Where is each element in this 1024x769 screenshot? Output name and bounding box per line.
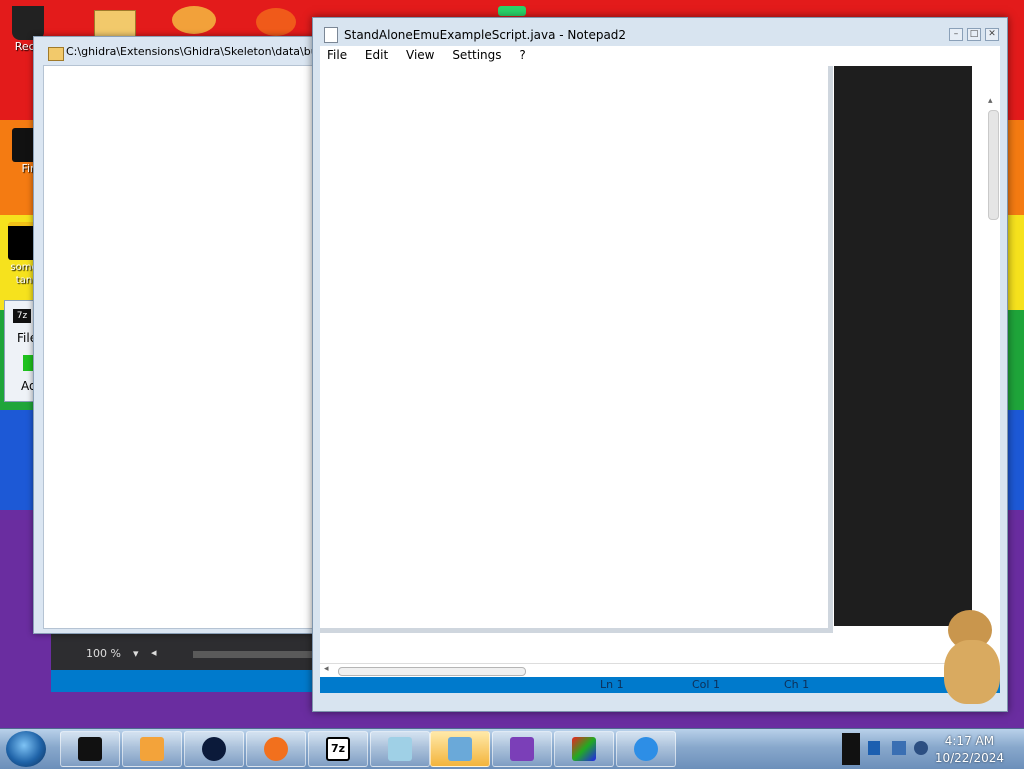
zoom-level[interactable]: 100 % [86,647,121,660]
minimize-button[interactable]: – [949,28,963,41]
taskbar-app-terminal[interactable] [60,731,120,767]
recycle-bin-icon [12,6,44,40]
menu-settings[interactable]: Settings [445,46,508,64]
close-button[interactable]: ✕ [985,28,999,41]
clock-date: 10/22/2024 [934,751,1004,765]
taskbar: 7z 4:17 AM 10/22/2024 [0,728,1024,769]
volume-icon[interactable] [914,741,928,755]
taskbar-app-notepad2[interactable] [370,731,430,767]
notepad2-titlebar[interactable]: StandAloneEmuExampleScript.java - Notepa… [313,18,1007,46]
firefox-icon [264,737,288,761]
app-icon [256,8,296,36]
7zip-icon: 7z [326,737,350,761]
visual-studio-icon [510,737,534,761]
vertical-scrollbar[interactable]: ▴ [986,96,1000,676]
start-button[interactable] [6,731,46,767]
horizontal-scrollbar[interactable]: ◂ [320,663,986,678]
taskbar-app-paint[interactable] [554,731,614,767]
clock[interactable]: 4:17 AM 10/22/2024 [935,733,1004,767]
menu-edit[interactable]: Edit [358,46,395,64]
taskbar-app-ie[interactable] [616,731,676,767]
image-viewer-icon [448,737,472,761]
scroll-left-icon[interactable]: ◂ [151,646,157,659]
show-hidden-icons-icon[interactable] [842,733,860,765]
notepad-client: ▴ ◂ Ln 1 Col 1 Ch 1 [320,66,1000,693]
status-line: Ln 1 [600,678,624,691]
notepad2-icon [388,737,412,761]
horizontal-scroll-thumb[interactable] [338,667,526,676]
status-bar: Ln 1 Col 1 Ch 1 [320,677,1000,693]
purple-logo [826,708,928,730]
notepad-icon [324,27,338,43]
taskbar-app-globe[interactable] [184,731,244,767]
menu-file[interactable]: File [320,46,354,64]
background-dark-pane [834,66,972,626]
scroll-up-icon[interactable]: ▴ [988,96,993,106]
taskbar-app-firefox[interactable] [246,731,306,767]
explorer-content [43,65,327,629]
zoom-dropdown-arrow-icon[interactable]: ▾ [133,647,139,660]
app-icon [172,6,216,34]
taskbar-app-media[interactable] [122,731,182,767]
menu-bar: File Edit View Settings ? [320,46,1000,66]
media-player-icon [140,737,164,761]
action-center-icon[interactable] [892,741,906,755]
window-title: StandAloneEmuExampleScript.java - Notepa… [344,28,627,42]
hamster-gadget[interactable] [940,610,1004,706]
vertical-scroll-thumb[interactable] [988,110,999,220]
internet-explorer-icon [634,737,658,761]
status-char: Ch 1 [784,678,810,691]
clock-time: 4:17 AM [944,734,995,748]
taskbar-app-visual-studio[interactable] [492,731,552,767]
menu-help[interactable]: ? [512,46,532,64]
taskbar-app-7zip[interactable]: 7z [308,731,368,767]
terminal-icon [78,737,102,761]
system-tray: 4:17 AM 10/22/2024 [842,729,1024,769]
network-icon[interactable] [868,741,880,755]
taskbar-app-explorer[interactable] [430,731,490,767]
green-indicator-icon [498,6,526,16]
hamster-body-icon [944,640,1000,704]
globe-icon [202,737,226,761]
document-edit-area[interactable] [320,66,833,633]
status-column: Col 1 [692,678,720,691]
folder-icon [48,47,64,61]
scroll-left-icon[interactable]: ◂ [324,664,329,674]
menu-view[interactable]: View [399,46,441,64]
paint-icon [572,737,596,761]
maximize-button[interactable]: □ [967,28,981,41]
explorer-title: C:\ghidra\Extensions\Ghidra\Skeleton\dat… [66,45,318,58]
explorer-window: C:\ghidra\Extensions\Ghidra\Skeleton\dat… [33,36,335,634]
notepad2-window: StandAloneEmuExampleScript.java - Notepa… [312,17,1008,712]
sevenzip-icon: 7z [13,309,31,323]
